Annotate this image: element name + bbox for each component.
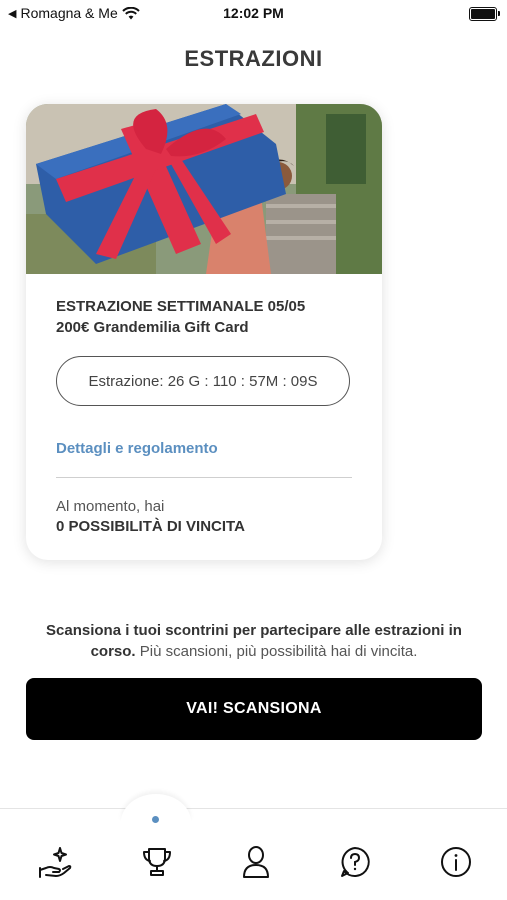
details-rules-link[interactable]: Dettagli e regolamento (56, 440, 218, 457)
scan-info-normal: Più scansioni, più possibilità hai di vi… (135, 643, 418, 660)
hand-sparkle-icon (39, 847, 72, 878)
page-title: ESTRAZIONI (184, 46, 323, 71)
tab-info[interactable] (436, 842, 476, 882)
draw-card: ESTRAZIONE SETTIMANALE 05/05 200€ Grande… (26, 104, 382, 560)
divider (56, 477, 352, 478)
tab-profile[interactable] (236, 842, 276, 882)
countdown-timer: Estrazione: 26 G : 110 : 57M : 09S (56, 356, 350, 406)
scan-info-text: Scansiona i tuoi scontrini per partecipa… (26, 620, 482, 662)
draw-title: ESTRAZIONE SETTIMANALE 05/05 (56, 298, 306, 315)
tab-help[interactable] (335, 842, 375, 882)
scan-button[interactable]: VAI! SCANSIONA (26, 678, 482, 740)
draw-info: ESTRAZIONE SETTIMANALE 05/05 200€ Grande… (56, 296, 352, 338)
tab-bar (0, 794, 507, 900)
clock: 12:02 PM (223, 5, 284, 21)
tab-rewards[interactable] (34, 842, 74, 882)
tab-bar-divider (0, 808, 507, 809)
active-tab-indicator (152, 816, 159, 823)
info-icon (441, 847, 471, 877)
chance-value: 0 POSSIBILITÀ DI VINCITA (56, 518, 245, 535)
user-icon (243, 846, 269, 878)
help-icon (341, 847, 370, 877)
battery-icon (469, 7, 500, 21)
gift-banner-image (26, 104, 382, 274)
status-bar: ◀ Romagna & Me 12:02 PM (0, 0, 507, 30)
tab-draws[interactable] (137, 842, 177, 882)
trophy-icon (143, 848, 171, 876)
chance-label: Al momento, hai (56, 498, 165, 515)
draw-prize: 200€ Grandemilia Gift Card (56, 319, 249, 336)
